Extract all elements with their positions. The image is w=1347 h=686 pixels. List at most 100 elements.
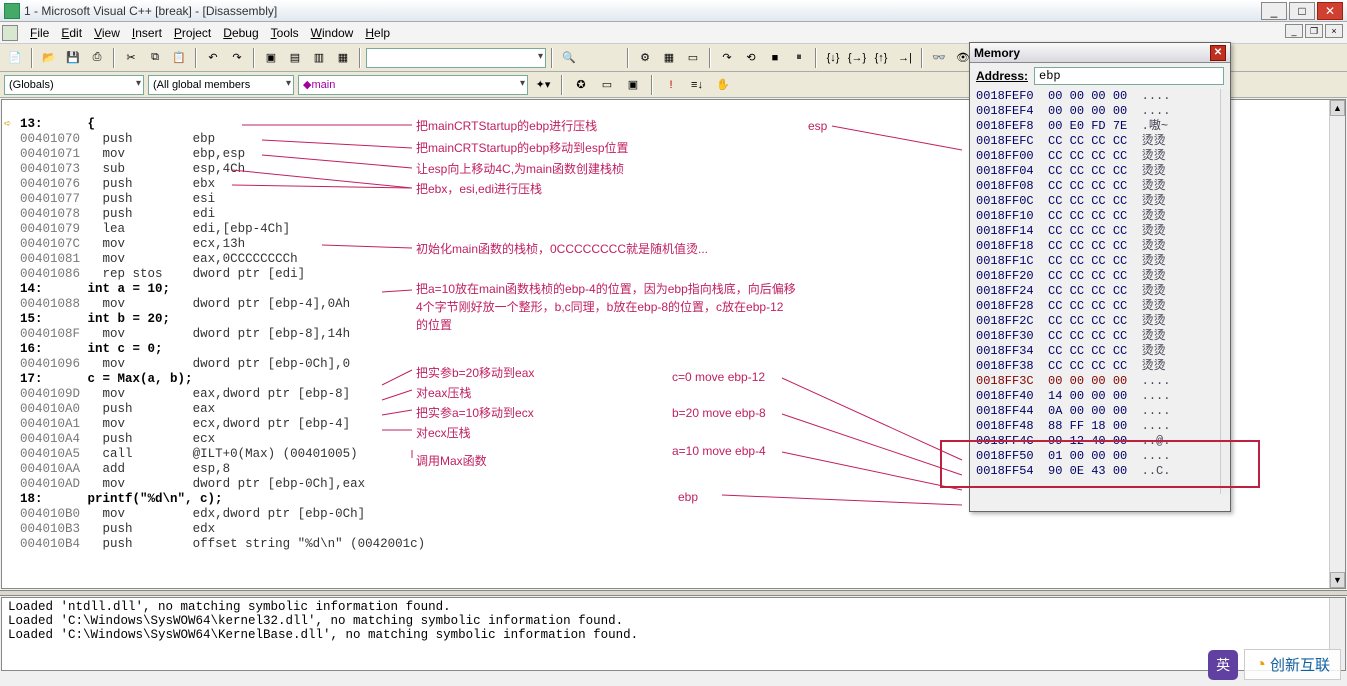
memory-row[interactable]: 0018FF1C CC CC CC CC 烫烫: [976, 254, 1224, 269]
menu-view[interactable]: View: [88, 24, 126, 42]
menu-tools[interactable]: Tools: [265, 24, 305, 42]
memory-row[interactable]: 0018FF44 0A 00 00 00 ....: [976, 404, 1224, 419]
code-vscroll[interactable]: ▲ ▼: [1329, 100, 1345, 588]
stop-build-button[interactable]: ▭: [682, 47, 704, 69]
run-to-cursor-button[interactable]: →|: [894, 47, 916, 69]
app-icon: [4, 3, 20, 19]
memory-row[interactable]: 0018FF04 CC CC CC CC 烫烫: [976, 164, 1224, 179]
address-input[interactable]: [1034, 67, 1224, 85]
step-out-button[interactable]: {↑}: [870, 47, 892, 69]
memory-row[interactable]: 0018FEF8 00 E0 FD 7E .嗷~: [976, 119, 1224, 134]
watermark: 英 ◔创新互联: [1208, 649, 1341, 680]
stop-debug-button[interactable]: ■: [764, 47, 786, 69]
function-combo[interactable]: ◆ main: [298, 75, 528, 95]
menu-help[interactable]: Help: [359, 24, 396, 42]
save-all-button[interactable]: ⎙: [86, 47, 108, 69]
props-button[interactable]: ▣: [622, 74, 644, 96]
scope-combo[interactable]: (Globals): [4, 75, 144, 95]
scroll-down-icon[interactable]: ▼: [1330, 572, 1345, 588]
hand-button[interactable]: ✋: [712, 74, 734, 96]
memory-title-bar[interactable]: Memory ✕: [970, 43, 1230, 63]
annotation: 把a=10放在main函数栈桢的ebp-4的位置，因为ebp指向栈底，向后偏移: [416, 280, 796, 297]
memory-vscroll[interactable]: [1220, 89, 1230, 494]
copy-button[interactable]: ⧉: [144, 47, 166, 69]
resource-button[interactable]: ▤: [284, 47, 306, 69]
minimize-button[interactable]: _: [1261, 2, 1287, 20]
excl-button[interactable]: !: [660, 74, 682, 96]
memory-row[interactable]: 0018FF10 CC CC CC CC 烫烫: [976, 209, 1224, 224]
output-pane[interactable]: Loaded 'ntdll.dll', no matching symbolic…: [1, 597, 1346, 671]
quickwatch-button[interactable]: 👓: [928, 47, 950, 69]
annotation: 把ebx，esi,edi进行压栈: [416, 180, 542, 197]
memory-row[interactable]: 0018FF38 CC CC CC CC 烫烫: [976, 359, 1224, 374]
menu-window[interactable]: Window: [305, 24, 360, 42]
output-button[interactable]: ▥: [308, 47, 330, 69]
address-label: Address:: [976, 69, 1028, 83]
break-button[interactable]: ⏸: [788, 47, 810, 69]
memory-row[interactable]: 0018FF34 CC CC CC CC 烫烫: [976, 344, 1224, 359]
compile-button[interactable]: ⚙: [634, 47, 656, 69]
memory-row[interactable]: 0018FEF0 00 00 00 00 ....: [976, 89, 1224, 104]
splitter[interactable]: [0, 590, 1347, 596]
mdi-close-button[interactable]: ×: [1325, 24, 1343, 38]
find-combo[interactable]: [366, 48, 546, 68]
close-button[interactable]: ✕: [1317, 2, 1343, 20]
memory-row[interactable]: 0018FF28 CC CC CC CC 烫烫: [976, 299, 1224, 314]
open-button[interactable]: 📂: [38, 47, 60, 69]
b-label: b=20 move ebp-8: [672, 406, 766, 420]
window-list-button[interactable]: ▦: [332, 47, 354, 69]
memory-row[interactable]: 0018FF14 CC CC CC CC 烫烫: [976, 224, 1224, 239]
memory-row[interactable]: 0018FEFC CC CC CC CC 烫烫: [976, 134, 1224, 149]
cut-button[interactable]: ✂: [120, 47, 142, 69]
memory-row[interactable]: 0018FF40 14 00 00 00 ....: [976, 389, 1224, 404]
memory-row[interactable]: 0018FF18 CC CC CC CC 烫烫: [976, 239, 1224, 254]
menu-project[interactable]: Project: [168, 24, 217, 42]
memory-grid[interactable]: 0018FEF0 00 00 00 00 ....0018FEF4 00 00 …: [970, 89, 1230, 494]
memory-window[interactable]: Memory ✕ Address: 0018FEF0 00 00 00 00 .…: [969, 42, 1231, 512]
bookmark-button[interactable]: ▭: [596, 74, 618, 96]
go-button[interactable]: ↷: [716, 47, 738, 69]
mdi-minimize-button[interactable]: _: [1285, 24, 1303, 38]
memory-row[interactable]: 0018FF3C 00 00 00 00 ....: [976, 374, 1224, 389]
undo-button[interactable]: ↶: [202, 47, 224, 69]
save-button[interactable]: 💾: [62, 47, 84, 69]
memory-row[interactable]: 0018FF50 01 00 00 00 ....: [976, 449, 1224, 464]
workspace-button[interactable]: ▣: [260, 47, 282, 69]
menu-file[interactable]: File: [24, 24, 55, 42]
members-combo[interactable]: (All global members: [148, 75, 294, 95]
build-button[interactable]: ▦: [658, 47, 680, 69]
new-button[interactable]: 📄: [4, 47, 26, 69]
memory-row[interactable]: 0018FF08 CC CC CC CC 烫烫: [976, 179, 1224, 194]
scroll-up-icon[interactable]: ▲: [1330, 100, 1345, 116]
memory-row[interactable]: 0018FF54 90 0E 43 00 ..C.: [976, 464, 1224, 479]
memory-row[interactable]: 0018FF48 88 FF 18 00 ....: [976, 419, 1224, 434]
menu-edit[interactable]: Edit: [55, 24, 88, 42]
memory-row[interactable]: 0018FF4C 99 12 40 00 ..@.: [976, 434, 1224, 449]
wizard-button[interactable]: ✦▾: [532, 74, 554, 96]
memory-row[interactable]: 0018FF2C CC CC CC CC 烫烫: [976, 314, 1224, 329]
paste-button[interactable]: 📋: [168, 47, 190, 69]
ime-badge-icon: 英: [1208, 650, 1238, 680]
menu-insert[interactable]: Insert: [126, 24, 168, 42]
ebp-label: ebp: [678, 490, 698, 504]
step-into-button[interactable]: {↓}: [822, 47, 844, 69]
mdi-restore-button[interactable]: ❐: [1305, 24, 1323, 38]
find-button[interactable]: 🔍: [558, 47, 580, 69]
annotation: 对eax压栈: [416, 384, 471, 401]
maximize-button[interactable]: □: [1289, 2, 1315, 20]
restart-button[interactable]: ⟲: [740, 47, 762, 69]
list-button[interactable]: ≡↓: [686, 74, 708, 96]
memory-row[interactable]: 0018FF00 CC CC CC CC 烫烫: [976, 149, 1224, 164]
memory-row[interactable]: 0018FF24 CC CC CC CC 烫烫: [976, 284, 1224, 299]
redo-button[interactable]: ↷: [226, 47, 248, 69]
menu-debug[interactable]: Debug: [217, 24, 264, 42]
window-title: 1 - Microsoft Visual C++ [break] - [Disa…: [24, 4, 1259, 18]
memory-row[interactable]: 0018FF0C CC CC CC CC 烫烫: [976, 194, 1224, 209]
memory-close-button[interactable]: ✕: [1210, 45, 1226, 61]
c-label: c=0 move ebp-12: [672, 370, 765, 384]
goto-button[interactable]: ✪: [570, 74, 592, 96]
memory-row[interactable]: 0018FF30 CC CC CC CC 烫烫: [976, 329, 1224, 344]
step-over-button[interactable]: {→}: [846, 47, 868, 69]
memory-row[interactable]: 0018FF20 CC CC CC CC 烫烫: [976, 269, 1224, 284]
memory-row[interactable]: 0018FEF4 00 00 00 00 ....: [976, 104, 1224, 119]
